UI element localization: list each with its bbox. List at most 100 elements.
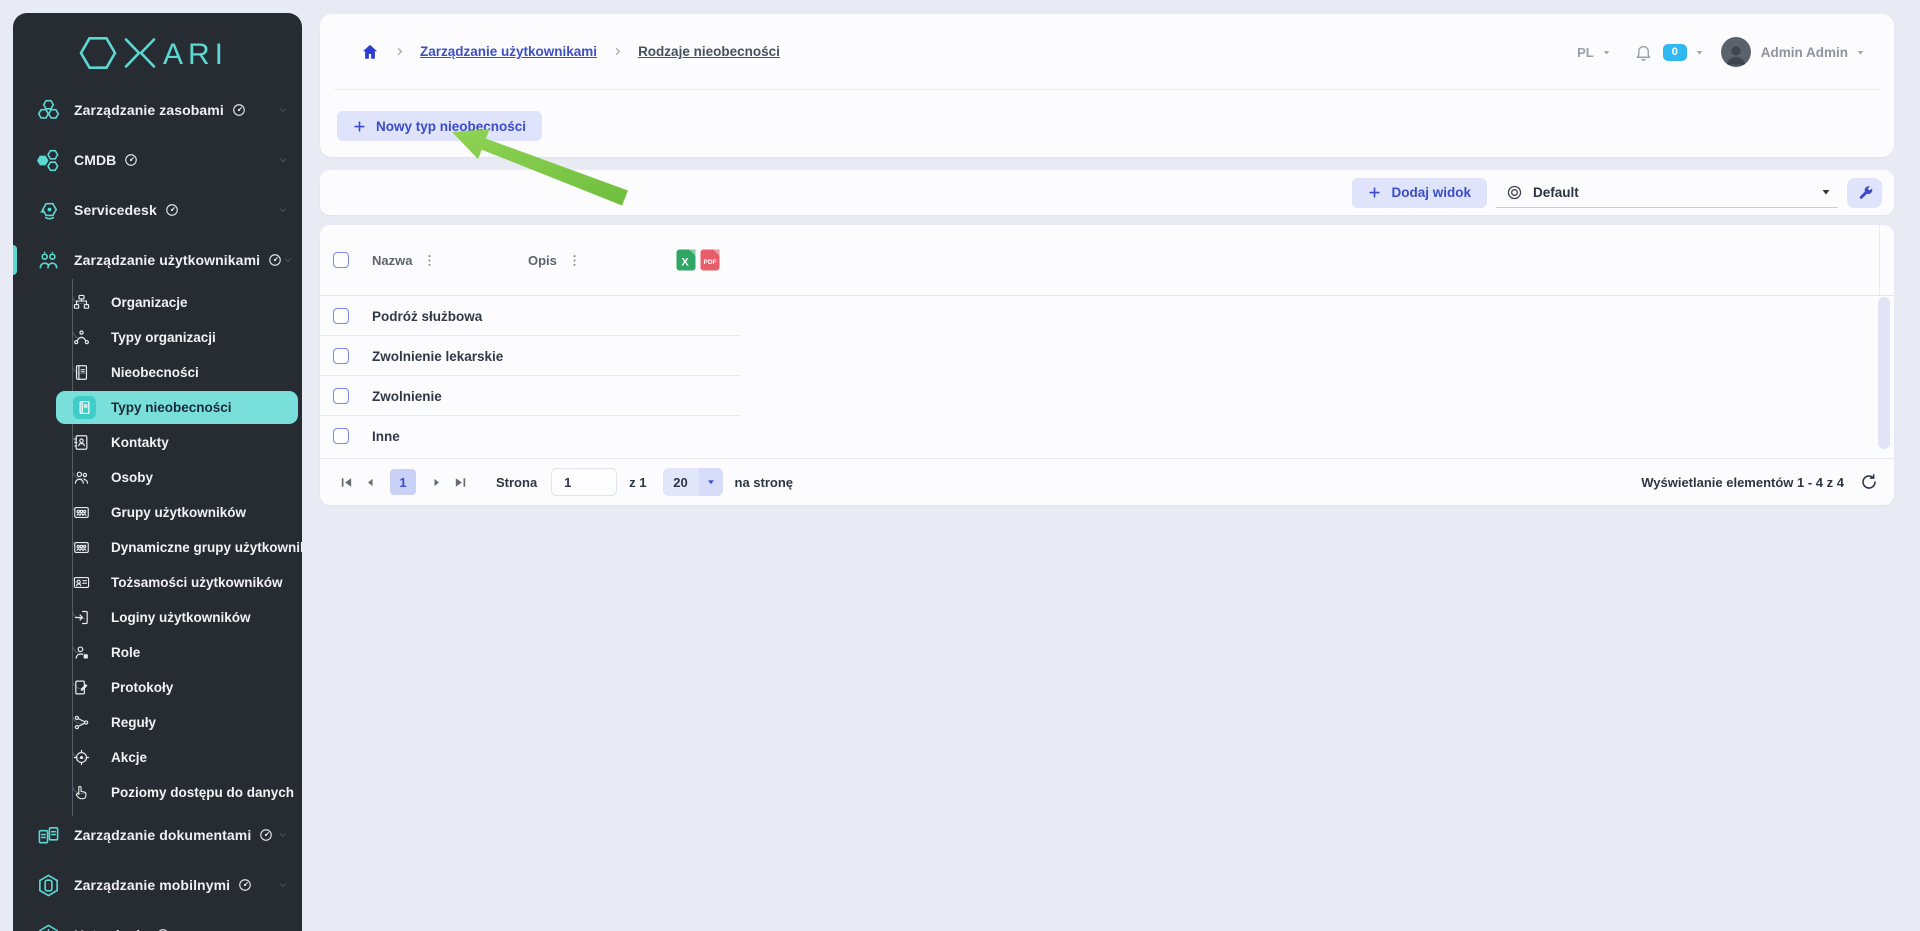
next-page-button[interactable]: [424, 470, 448, 494]
sidebar-item-protokoly[interactable]: Protokoły: [13, 670, 302, 705]
notification-count-badge[interactable]: 0: [1663, 44, 1687, 61]
header-user-area: PL 0 Admin Admin: [1577, 14, 1866, 90]
chevron-down-icon[interactable]: [277, 829, 289, 841]
svg-text:PDF: PDF: [704, 259, 717, 266]
row-nazwa: Zwolnienie: [372, 389, 442, 404]
row-checkbox[interactable]: [333, 388, 349, 404]
sidebar-item-label: Ustawienia: [74, 927, 148, 931]
grid-scrollbar[interactable]: [1878, 297, 1890, 449]
chevron-down-icon[interactable]: [277, 204, 289, 216]
row-checkbox[interactable]: [333, 428, 349, 444]
sidebar-item-label: Reguły: [111, 715, 156, 730]
grid-settings-wrench-button[interactable]: [1847, 178, 1882, 208]
nodes-icon: [73, 329, 90, 346]
user-avatar[interactable]: [1721, 37, 1751, 67]
sidebar-item-kontakty[interactable]: Kontakty: [13, 425, 302, 460]
plus-icon: [1368, 186, 1381, 199]
hand-pointer-icon: [73, 784, 90, 801]
new-absence-type-button[interactable]: Nowy typ nieobecności: [337, 111, 542, 141]
add-view-button[interactable]: Dodaj widok: [1352, 178, 1487, 208]
chevron-down-icon[interactable]: [1694, 47, 1705, 58]
sidebar-item-role[interactable]: Role: [13, 635, 302, 670]
document-pen-icon: [73, 679, 90, 696]
chevron-down-icon[interactable]: [282, 254, 294, 266]
sidebar-item-ustawienia[interactable]: Ustawienia: [13, 910, 302, 931]
per-page-value: 20: [663, 468, 699, 496]
last-page-button[interactable]: [448, 470, 472, 494]
servicedesk-icon: [37, 199, 60, 222]
row-checkbox[interactable]: [333, 308, 349, 324]
breadcrumb-current-absence-types[interactable]: Rodzaje nieobecności: [638, 44, 780, 59]
sidebar-item-label: Nieobecności: [111, 365, 199, 380]
chevron-down-icon[interactable]: [277, 154, 289, 166]
sidebar-item-nieobecnosci[interactable]: Nieobecności: [13, 355, 302, 390]
dashboard-gauge-icon[interactable]: [238, 878, 252, 892]
sidebar-item-zarzadzanie-mobilnymi[interactable]: Zarządzanie mobilnymi: [13, 860, 302, 910]
contact-card-icon: [73, 434, 90, 451]
sidebar-item-loginy[interactable]: Loginy użytkowników: [13, 600, 302, 635]
table-row[interactable]: Zwolnienie lekarskie: [320, 336, 1894, 376]
export-pdf-button[interactable]: PDF: [700, 249, 720, 271]
sidebar-item-zarzadzanie-zasobami[interactable]: Zarządzanie zasobami: [13, 85, 302, 135]
sidebar-item-osoby[interactable]: Osoby: [13, 460, 302, 495]
select-caret-icon: [699, 468, 723, 496]
sidebar-item-zarzadzanie-dokumentami[interactable]: Zarządzanie dokumentami: [13, 810, 302, 860]
sidebar-item-label: Tożsamości użytkowników: [111, 575, 283, 590]
refresh-icon[interactable]: [1860, 473, 1878, 491]
current-page-button[interactable]: 1: [390, 469, 416, 495]
column-header-nazwa[interactable]: Nazwa: [372, 253, 412, 268]
select-caret-icon: [1820, 186, 1832, 198]
user-name[interactable]: Admin Admin: [1761, 45, 1848, 60]
sidebar-item-dynamiczne-grupy[interactable]: Dynamiczne grupy użytkowników: [13, 530, 302, 565]
dashboard-gauge-icon[interactable]: [268, 253, 282, 267]
grid-toolbar: Dodaj widok Default: [320, 170, 1894, 215]
sidebar-item-organizacje[interactable]: Organizacje: [13, 285, 302, 320]
page-of-label: z 1: [629, 475, 646, 490]
page-number-input[interactable]: [551, 468, 617, 496]
sidebar-item-typy-nieobecnosci[interactable]: Typy nieobecności: [13, 390, 302, 425]
app-logo[interactable]: ARI: [13, 13, 302, 85]
svg-text:X: X: [681, 257, 689, 269]
chevron-down-icon[interactable]: [277, 104, 289, 116]
previous-page-button[interactable]: [358, 470, 382, 494]
dashboard-gauge-icon[interactable]: [259, 828, 273, 842]
language-selector[interactable]: PL: [1577, 45, 1594, 60]
dashboard-gauge-icon[interactable]: [232, 103, 246, 117]
select-all-checkbox[interactable]: [333, 252, 349, 268]
column-menu-icon[interactable]: [567, 253, 582, 268]
grid-header-row: Nazwa Opis X PDF: [320, 225, 1894, 296]
home-icon[interactable]: [361, 43, 379, 61]
row-nazwa: Inne: [372, 429, 400, 444]
dashboard-gauge-icon[interactable]: [124, 153, 138, 167]
sidebar-item-label: Akcje: [111, 750, 147, 765]
dashboard-gauge-icon[interactable]: [165, 203, 179, 217]
chevron-down-icon[interactable]: [1855, 47, 1866, 58]
sidebar-item-poziomy-dostepu[interactable]: Poziomy dostępu do danych: [13, 775, 302, 810]
chevron-down-icon[interactable]: [1601, 47, 1612, 58]
sidebar-item-cmdb[interactable]: CMDB: [13, 135, 302, 185]
column-header-opis[interactable]: Opis: [528, 253, 557, 268]
row-checkbox[interactable]: [333, 348, 349, 364]
sidebar-item-tozsamosci[interactable]: Tożsamości użytkowników: [13, 565, 302, 600]
table-row[interactable]: Inne: [320, 416, 1894, 456]
view-select[interactable]: Default: [1496, 178, 1838, 208]
settings-gear-icon: [37, 924, 60, 931]
notifications-bell-icon[interactable]: [1634, 43, 1653, 62]
sidebar-item-servicedesk[interactable]: Servicedesk: [13, 185, 302, 235]
chevron-down-icon[interactable]: [277, 879, 289, 891]
sidebar-item-typy-organizacji[interactable]: Typy organizacji: [13, 320, 302, 355]
sidebar-item-akcje[interactable]: Akcje: [13, 740, 302, 775]
sidebar-item-label: Dynamiczne grupy użytkowników: [111, 540, 302, 555]
sidebar-item-reguly[interactable]: Reguły: [13, 705, 302, 740]
table-row[interactable]: Podróż służbowa: [320, 296, 1894, 336]
column-menu-icon[interactable]: [422, 253, 437, 268]
breadcrumb-link-users[interactable]: Zarządzanie użytkownikami: [420, 44, 597, 59]
export-excel-button[interactable]: X: [676, 249, 696, 271]
first-page-button[interactable]: [334, 470, 358, 494]
sidebar-item-grupy-uzytkownikow[interactable]: Grupy użytkowników: [13, 495, 302, 530]
breadcrumb-separator: [394, 46, 405, 57]
per-page-select[interactable]: 20: [663, 468, 723, 496]
sidebar-item-zarzadzanie-uzytkownikami[interactable]: Zarządzanie użytkownikami: [13, 235, 302, 285]
table-row[interactable]: Zwolnienie: [320, 376, 1894, 416]
breadcrumb-separator: [612, 46, 623, 57]
